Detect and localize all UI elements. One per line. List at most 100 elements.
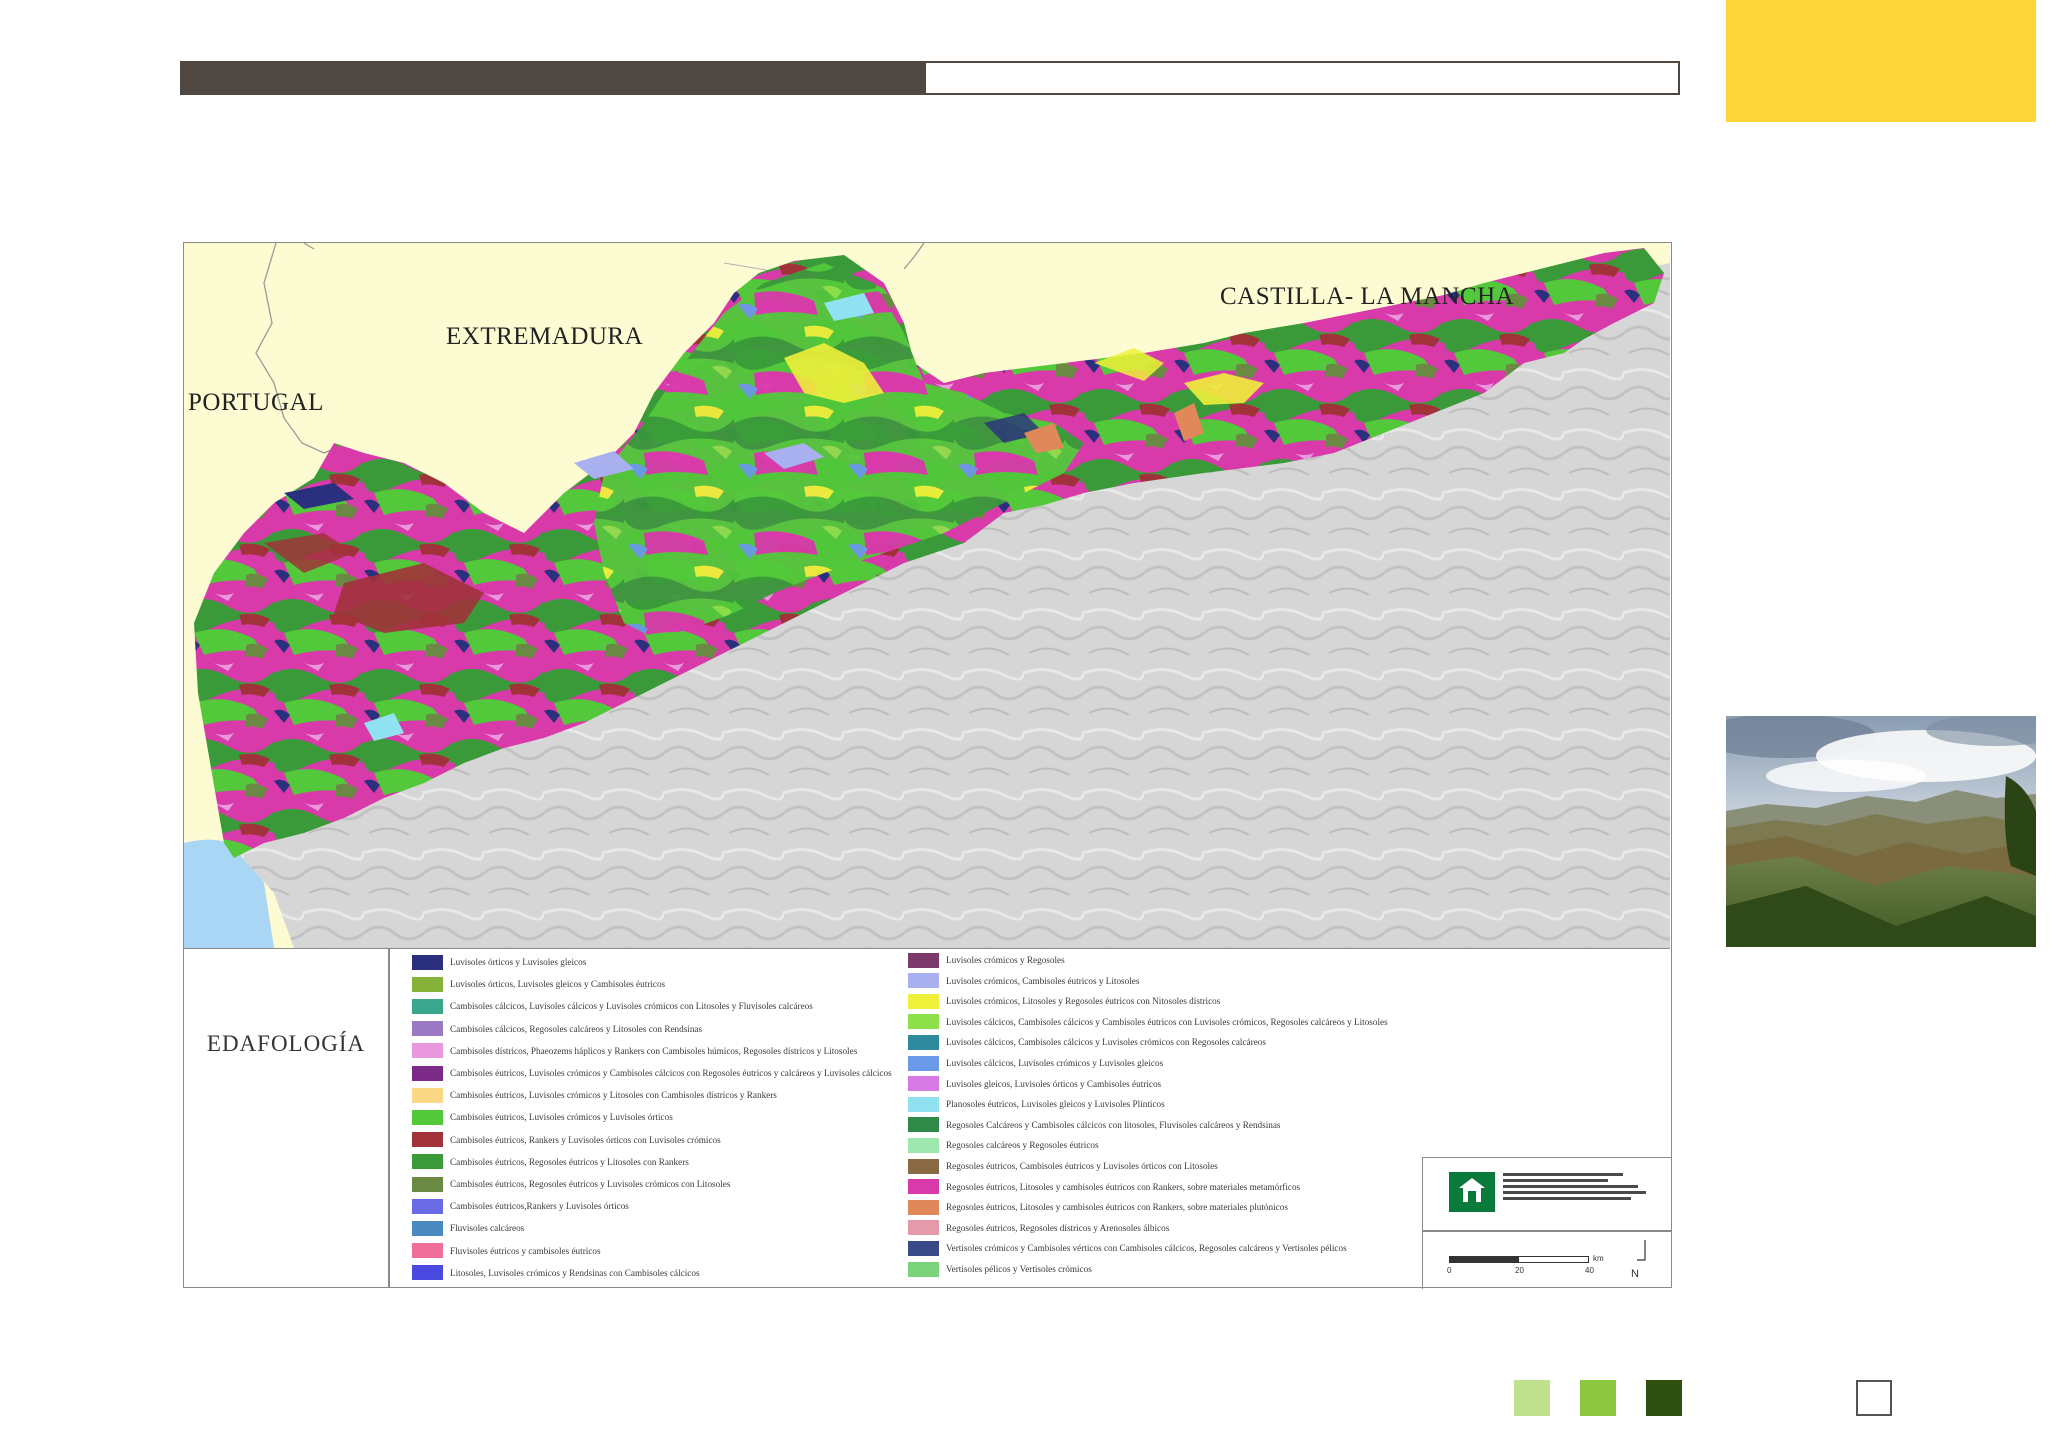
legend-swatch	[412, 998, 443, 1014]
legend-swatch	[412, 1220, 443, 1236]
legend-label: Vertisoles crómicos y Cambisoles vértico…	[946, 1243, 1347, 1254]
legend-item: Cambisoles éutricos, Rankers y Luvisoles…	[412, 1131, 721, 1149]
top-bar-fill	[182, 63, 926, 93]
legend-item: Luvisoles órticos, Luvisoles gleicos y C…	[412, 975, 665, 993]
scale-unit: km	[1593, 1254, 1604, 1263]
legend-item: Luvisoles crómicos, Litosoles y Regosole…	[908, 992, 1220, 1010]
legend-item: Cambisoles cálcicos, Luvisoles cálcicos …	[412, 997, 813, 1015]
legend-swatch	[908, 1158, 939, 1174]
legend-swatch	[412, 1198, 443, 1214]
legend-swatch	[908, 1055, 939, 1071]
legend-item: Litosoles, Luvisoles crómicos y Rendsina…	[412, 1264, 700, 1282]
legend-label: Cambisoles éutricos, Rankers y Luvisoles…	[450, 1134, 721, 1145]
legend-item: Luvisoles cálcicos, Cambisoles cálcicos …	[908, 1013, 1388, 1031]
scale-bar	[1449, 1256, 1589, 1263]
legend-swatch	[908, 1199, 939, 1215]
legend-label: Cambisoles dístricos, Phaeozems háplicos…	[450, 1045, 858, 1056]
legend-swatch	[412, 1087, 443, 1103]
legend-label: Fluvisoles calcáreos	[450, 1223, 525, 1234]
legend-item: Fluvisoles calcáreos	[412, 1219, 524, 1237]
legend-swatch	[908, 1096, 939, 1112]
legend-swatch	[908, 1240, 939, 1256]
legend-label: Luvisoles gleicos, Luvisoles órticos y C…	[946, 1078, 1162, 1089]
legend-swatch	[412, 1176, 443, 1192]
legend-swatch	[908, 1220, 939, 1236]
page-square-outline	[1856, 1380, 1892, 1416]
legend-swatch	[412, 1265, 443, 1281]
top-bar	[180, 61, 1680, 95]
landscape-photo	[1726, 716, 2036, 947]
legend-item: Luvisoles cálcicos, Luvisoles crómicos y…	[908, 1054, 1163, 1072]
legend-label: Planosoles éutricos, Luvisoles gleicos y…	[946, 1099, 1165, 1110]
legend-swatch	[908, 1261, 939, 1277]
credits-divider	[1423, 1230, 1671, 1232]
legend-swatch	[412, 1065, 443, 1081]
accent-block	[1726, 0, 2036, 122]
legend-swatch	[412, 1021, 443, 1037]
legend-swatch	[908, 1014, 939, 1030]
legend-item: Cambisoles éutricos, Luvisoles crómicos …	[412, 1108, 673, 1126]
legend-item: Fluvisoles éutricos y cambisoles éutrico…	[412, 1242, 601, 1260]
legend-item: Regosoles calcáreos y Regosoles éutricos	[908, 1136, 1099, 1154]
legend-item: Regosoles éutricos, Litosoles y cambisol…	[908, 1198, 1288, 1216]
legend-label: Luvisoles cálcicos, Cambisoles cálcicos …	[946, 1016, 1388, 1027]
legend-swatch	[412, 1132, 443, 1148]
legend-swatch	[908, 1117, 939, 1133]
legend-label: Regosoles Calcáreos y Cambisoles cálcico…	[946, 1119, 1281, 1130]
color-square-mid	[1580, 1380, 1616, 1416]
legend-label: Litosoles, Luvisoles crómicos y Rendsina…	[450, 1267, 700, 1278]
legend-label: Luvisoles cálcicos, Cambisoles cálcicos …	[946, 1037, 1266, 1048]
legend-label: Regosoles éutricos, Litosoles y cambisol…	[946, 1181, 1301, 1192]
region-label-extremadura: EXTREMADURA	[446, 323, 644, 350]
soil-map: PORTUGAL EXTREMADURA CASTILLA- LA MANCHA	[184, 243, 1670, 948]
color-square-light	[1514, 1380, 1550, 1416]
north-label: N	[1631, 1268, 1639, 1280]
scale-tick-20: 20	[1515, 1266, 1524, 1275]
legend-swatch	[412, 976, 443, 992]
legend-divider	[388, 949, 390, 1288]
legend-label: Vertisoles pélicos y Vertisoles crómicos	[946, 1264, 1092, 1274]
credits-box: 0 20 40 km N	[1422, 1157, 1671, 1289]
legend-swatch	[908, 1179, 939, 1195]
legend-item: Vertisoles pélicos y Vertisoles crómicos	[908, 1260, 1092, 1278]
legend-swatch	[908, 952, 939, 968]
legend-swatch	[908, 993, 939, 1009]
legend-item: Cambisoles éutricos,Rankers y Luvisoles …	[412, 1197, 629, 1215]
legend-item: Planosoles éutricos, Luvisoles gleicos y…	[908, 1095, 1165, 1113]
legend-swatch	[908, 1076, 939, 1092]
legend-item: Vertisoles crómicos y Cambisoles vértico…	[908, 1239, 1347, 1257]
soil-map-frame: PORTUGAL EXTREMADURA CASTILLA- LA MANCHA…	[183, 242, 1672, 1289]
legend-label: Regosoles calcáreos y Regosoles éutricos	[946, 1140, 1099, 1151]
legend-item: Luvisoles órticos y Luvisoles gleicos	[412, 953, 586, 971]
legend-swatch	[412, 1243, 443, 1259]
legend-label: Luvisoles crómicos y Regosoles	[946, 955, 1065, 965]
legend-item: Cambisoles cálcicos, Regosoles calcáreos…	[412, 1020, 702, 1038]
legend-item: Regosoles éutricos, Regosoles dístricos …	[908, 1219, 1169, 1237]
legend-label: Cambisoles cálcicos, Luvisoles cálcicos …	[450, 1001, 813, 1012]
logo-text-lines	[1503, 1170, 1653, 1203]
legend-label: Cambisoles éutricos,Rankers y Luvisoles …	[450, 1201, 629, 1212]
legend: EDAFOLOGÍA 0 20 40 km N Luvisoles órtico…	[184, 948, 1671, 1289]
legend-label: Cambisoles éutricos, Regosoles éutricos …	[450, 1156, 689, 1167]
legend-label: Regosoles éutricos, Litosoles y cambisol…	[946, 1202, 1288, 1213]
legend-swatch	[908, 1137, 939, 1153]
legend-label: Luvisoles órticos, Luvisoles gleicos y C…	[450, 979, 666, 990]
north-arrow-icon	[1633, 1240, 1653, 1271]
legend-swatch	[412, 1154, 443, 1170]
scale-tick-0: 0	[1447, 1266, 1452, 1275]
legend-label: Luvisoles crómicos, Litosoles y Regosole…	[946, 996, 1221, 1007]
legend-swatch	[908, 973, 939, 989]
legend-item: Cambisoles éutricos, Luvisoles crómicos …	[412, 1086, 777, 1104]
legend-label: Luvisoles órticos y Luvisoles gleicos	[450, 957, 587, 967]
legend-label: Fluvisoles éutricos y cambisoles éutrico…	[450, 1245, 601, 1256]
legend-item: Regosoles éutricos, Litosoles y cambisol…	[908, 1178, 1300, 1196]
legend-label: Luvisoles crómicos, Cambisoles éutricos …	[946, 975, 1140, 986]
legend-label: Cambisoles éutricos, Luvisoles crómicos …	[450, 1090, 777, 1101]
color-square-dark	[1646, 1380, 1682, 1416]
legend-item: Luvisoles cálcicos, Cambisoles cálcicos …	[908, 1033, 1266, 1051]
legend-item: Luvisoles crómicos y Regosoles	[908, 951, 1065, 969]
legend-item: Luvisoles crómicos, Cambisoles éutricos …	[908, 972, 1139, 990]
region-label-castilla: CASTILLA- LA MANCHA	[1220, 283, 1515, 310]
legend-label: Luvisoles cálcicos, Luvisoles crómicos y…	[946, 1058, 1164, 1068]
region-label-portugal: PORTUGAL	[188, 389, 324, 416]
